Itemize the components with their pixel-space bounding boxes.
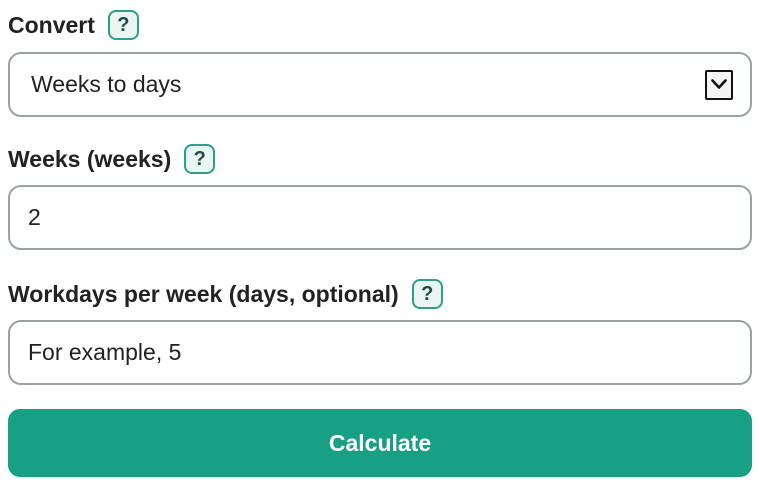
convert-label: Convert [8,11,95,38]
convert-help-button[interactable]: ? [107,10,139,40]
convert-selected-value: Weeks to days [31,71,182,97]
weeks-help-button[interactable]: ? [184,144,216,174]
weeks-input[interactable] [8,185,752,250]
workdays-help-button[interactable]: ? [411,279,443,309]
workdays-input[interactable] [8,320,752,385]
chevron-down-glyph [711,79,727,89]
workdays-label: Workdays per week (days, optional) [8,280,399,307]
weeks-label-row: Weeks (weeks) ? [8,141,216,177]
weeks-label: Weeks (weeks) [8,145,172,172]
calculate-button[interactable]: Calculate [8,409,752,477]
workdays-label-row: Workdays per week (days, optional) ? [8,276,443,312]
chevron-down-icon[interactable] [705,69,733,100]
convert-label-row: Convert ? [8,7,139,43]
convert-select[interactable]: Weeks to days [8,52,752,117]
